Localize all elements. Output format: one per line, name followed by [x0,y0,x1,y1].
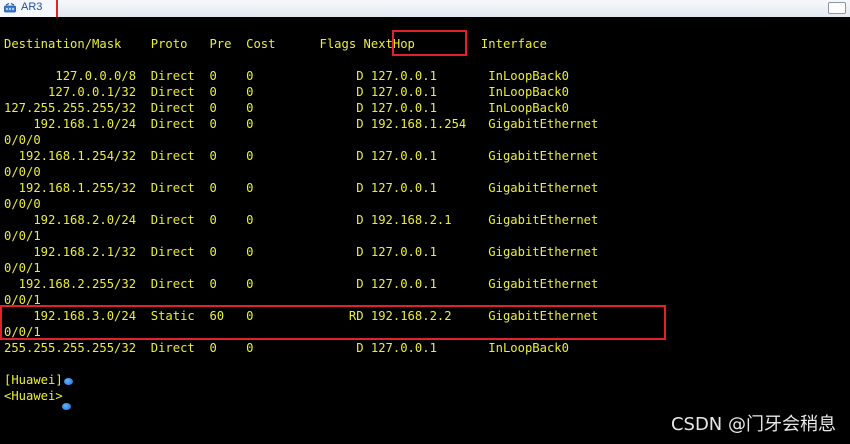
prompt-line: <Huawei> [4,389,63,403]
nexthop-header-highlight [392,30,467,56]
route-line: 192.168.1.0/24 Direct 0 0 D 192.168.1.25… [4,117,599,131]
cursor-marker [64,378,73,385]
route-line: 127.0.0.1/32 Direct 0 0 D 127.0.0.1 InLo… [4,85,569,99]
route-line: 127.255.255.255/32 Direct 0 0 D 127.0.0.… [4,101,569,115]
router-icon [4,3,16,13]
route-line: 192.168.1.254/32 Direct 0 0 D 127.0.0.1 … [4,149,599,163]
route-line: 0/0/1 [4,261,41,275]
route-line: 0/0/0 [4,165,41,179]
prompt-line: [Huawei] [4,373,63,387]
terminal-output: Destination/Mask Proto Pre Cost Flags Ne… [0,17,850,444]
tab-title: AR3 [21,1,43,13]
route-line: 192.168.1.255/32 Direct 0 0 D 127.0.0.1 … [4,181,599,195]
window-button[interactable] [828,2,846,14]
tab-bar: AR3 [0,0,850,24]
route-line: 0/0/0 [4,133,41,147]
route-line: 192.168.2.0/24 Direct 0 0 D 192.168.2.1 … [4,213,599,227]
route-line: 127.0.0.0/8 Direct 0 0 D 127.0.0.1 InLoo… [4,69,569,83]
route-line: 255.255.255.255/32 Direct 0 0 D 127.0.0.… [4,341,569,355]
watermark: CSDN @门牙会稍息 [670,414,836,435]
static-route-highlight [0,305,666,340]
cursor-marker [62,403,71,410]
route-line: 192.168.2.255/32 Direct 0 0 D 127.0.0.1 … [4,277,599,291]
route-line: 0/0/0 [4,197,41,211]
route-line: 0/0/1 [4,229,41,243]
route-line: 192.168.2.1/32 Direct 0 0 D 127.0.0.1 Gi… [4,245,599,259]
